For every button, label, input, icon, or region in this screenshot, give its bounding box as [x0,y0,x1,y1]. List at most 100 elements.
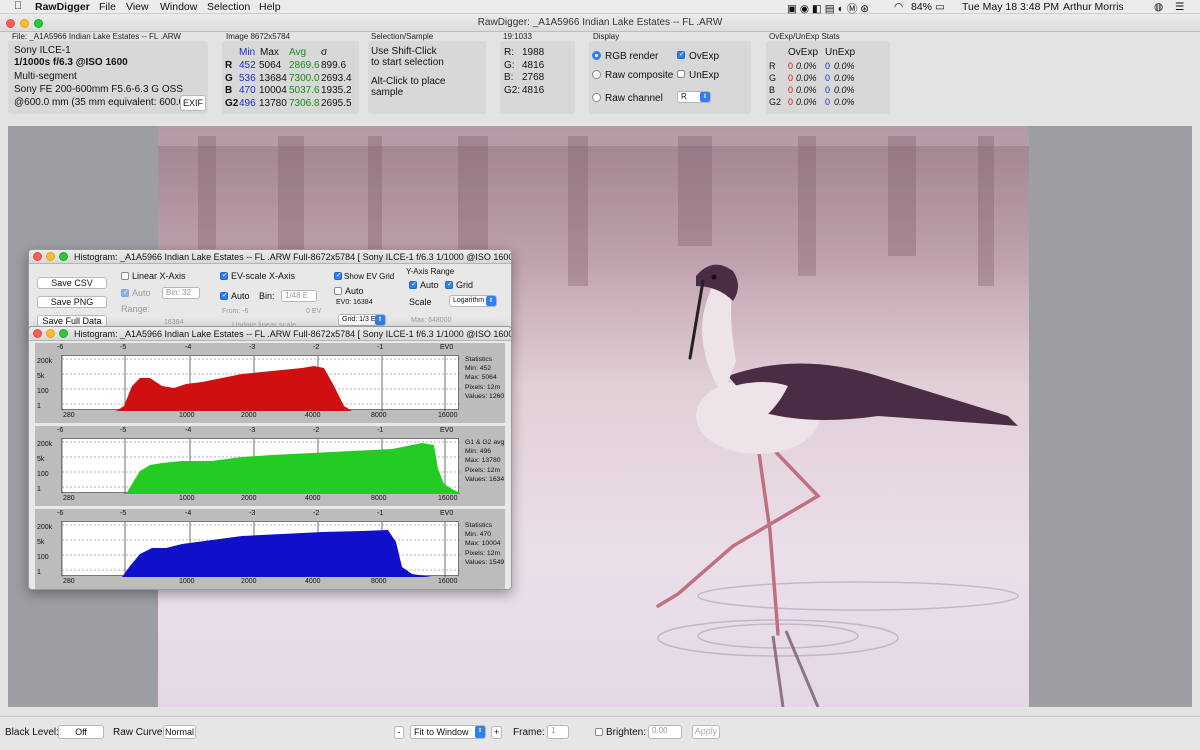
selection-hint-2: to start selection [371,57,444,68]
y-tick: 200k [37,358,53,365]
ev-tick: -4 [185,344,192,351]
zoom-out-button[interactable]: - [394,726,404,739]
channel-stats: G1 & G2 avg Min: 496 Max: 13780 Pixels: 12m… [465,438,504,484]
hist2-minimize-button[interactable] [46,329,55,338]
save-png-button[interactable]: Save PNG [37,296,107,308]
scale-select[interactable]: Logarithm ⇕ [449,295,497,307]
x-tick: 2000 [241,495,257,502]
raw-curve-field[interactable]: Normal [163,725,196,739]
brighten-field[interactable]: 0.00 [648,725,682,739]
histogram-plot[interactable] [61,355,460,411]
battery-icon[interactable]: ▭ [935,1,945,13]
stats-values: Values: 1260 [465,392,505,400]
menu-view[interactable]: View [126,1,149,13]
rgb-render-radio[interactable] [592,51,601,60]
apply-button[interactable]: Apply [692,725,720,739]
histogram-area [122,530,432,577]
linear-bin-select[interactable]: Bin: 32 [162,287,200,299]
chevron-updown-icon: ⇕ [700,92,710,102]
stats-pixels: Pixels: 12m [465,383,501,391]
histogram-plot[interactable] [61,438,462,494]
histogram-svg [61,522,460,577]
ovexp-stats-panel: OvExp UnExp R G B G2 0000 0.0% 0.0% 0.0% 0.0% … [766,41,890,114]
rgb-render-label: RGB render [605,51,659,62]
brighten-checkbox[interactable] [595,728,603,736]
ev-tick: -5 [120,510,127,517]
ev-scale-checkbox[interactable] [220,271,228,280]
hist1-zoom-button[interactable] [59,252,68,261]
x-tick: 8000 [371,412,387,419]
stats-panel-title: OvExp/UnExp Stats [769,32,840,41]
stats-min: Min: 470 [465,531,492,539]
y-auto-checkbox[interactable] [409,280,417,289]
ovexp-checkbox[interactable] [677,50,685,59]
raw-composite-radio[interactable] [592,70,601,79]
user-name[interactable]: Arthur Morris [1063,1,1124,13]
unexp-percent: 0.0% 0.0% 0.0% 0.0% [834,61,855,107]
unexp-checkbox[interactable] [677,70,685,78]
sample-hint-2: sample [371,87,404,98]
menu-help[interactable]: Help [259,1,281,13]
stats-name: Statistics [465,522,493,529]
y-tick: 100 [37,388,49,395]
apple-icon[interactable]:  [14,0,22,12]
hist1-minimize-button[interactable] [46,252,55,261]
focal-length: @600.0 mm (35 mm equivalent: 600.0 mm) [14,97,184,108]
y-grid-checkbox[interactable] [445,280,453,289]
y-max-value: Max: 648000 [411,317,452,324]
display-panel: RGB render Raw composite Raw channel OvE… [589,41,751,114]
ovexp-counts: 0000 [788,61,794,107]
linear-x-checkbox[interactable] [121,272,129,280]
control-center-icon[interactable]: ☰ [1175,1,1184,13]
show-ev-grid-checkbox[interactable] [334,271,342,280]
stats-name: Statistics [465,356,493,363]
ev-tick: -3 [249,344,256,351]
file-panel-title: File: _A1A5966 Indian Lake Estates -- FL… [12,32,181,41]
y-tick: 1 [37,486,41,493]
y-grid-label: Grid [456,280,474,290]
ev-tick: -3 [249,510,256,517]
chevron-updown-icon: ⇕ [375,315,385,325]
range-to-value: 16384 [164,319,184,326]
ev-grid-auto-checkbox[interactable] [334,287,342,295]
hist2-zoom-button[interactable] [59,329,68,338]
ev-tick: EV0 [440,427,454,434]
lens-info: Sony FE 200-600mm F5.6-6.3 G OSS [14,84,183,95]
exif-button[interactable]: EXIF [180,95,206,111]
ovexp-label: OvExp [689,51,720,62]
wifi-icon[interactable]: ◠ [894,1,903,13]
ev-tick: -6 [57,427,64,434]
raw-channel-label: Raw channel [605,93,663,104]
ev-bin-label: Bin: [259,291,275,301]
image-stats-panel: Min Max Avg σ R G B G2 452 536 470 496 5064 136… [222,41,359,114]
zoom-in-button[interactable]: + [491,726,502,739]
y-tick: 200k [37,441,53,448]
menu-selection[interactable]: Selection [207,1,250,13]
hist1-close-button[interactable] [33,252,42,261]
black-level-button[interactable]: Off [58,725,104,739]
y-tick: 1 [37,403,41,410]
app-menu[interactable]: RawDigger [35,1,90,13]
histogram-plot[interactable] [61,521,460,577]
raw-channel-radio[interactable] [592,93,601,102]
y-tick: 100 [37,471,49,478]
siri-icon[interactable]: ◍ [1154,1,1163,13]
ev-tick: -4 [185,427,192,434]
clock[interactable]: Tue May 18 3:48 PM [962,1,1059,13]
ev-auto-checkbox[interactable] [220,291,228,300]
channel-select[interactable]: R ⇕ [677,91,711,103]
ev0-value: EV0: 16384 [336,299,373,306]
col-max: Max [260,47,279,58]
save-csv-button[interactable]: Save CSV [37,277,107,289]
menu-window[interactable]: Window [160,1,197,13]
menu-file[interactable]: File [99,1,116,13]
hist2-close-button[interactable] [33,329,42,338]
linear-auto-checkbox[interactable] [121,288,129,297]
ev-bin-select[interactable]: 1/48 E [281,290,317,302]
stats-min: Min: 452 [465,365,492,373]
histogram-plot-titlebar: Histogram: _A1A5966 Indian Lake Estates … [29,327,511,341]
frame-stepper[interactable]: 1 [547,725,569,739]
histogram-settings-window: Histogram: _A1A5966 Indian Lake Estates … [28,249,512,333]
zoom-select[interactable]: Fit to Window ⇕ [410,725,486,739]
grid-step-select[interactable]: Grid: 1/3 E ⇕ [338,314,386,326]
